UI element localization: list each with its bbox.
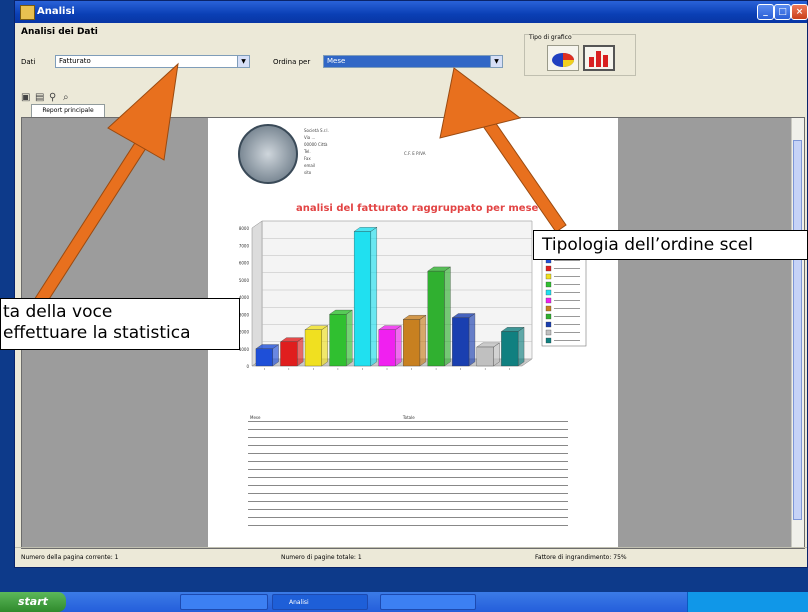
callout-left: ta della voce effettuare la statistica xyxy=(0,298,240,350)
callout-left-line2: effettuare la statistica xyxy=(3,323,191,343)
callout-right: Tipologia dell’ordine scel xyxy=(533,230,808,260)
arrow-right xyxy=(439,67,567,233)
arrow-left xyxy=(33,62,179,308)
callout-left-line1: ta della voce xyxy=(3,302,113,322)
